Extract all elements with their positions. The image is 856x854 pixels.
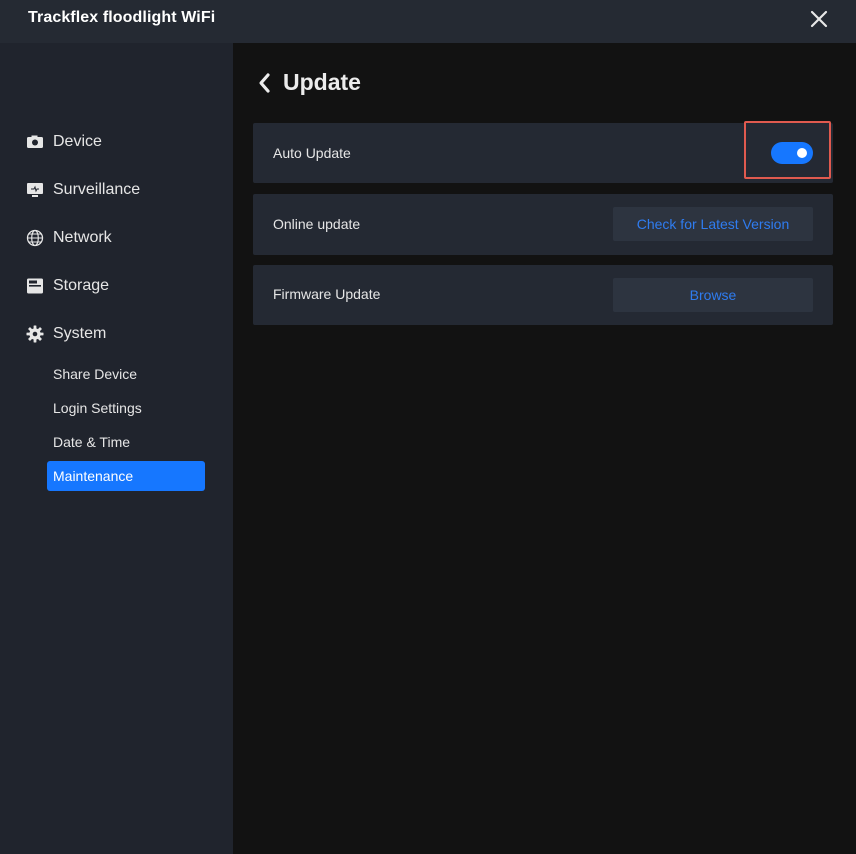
sidebar-item-label: System <box>53 325 107 342</box>
sidebar-subitem-share-device[interactable]: Share Device <box>47 359 205 389</box>
sidebar-item-system[interactable]: System <box>25 322 215 346</box>
camera-icon <box>25 132 45 152</box>
check-latest-version-button[interactable]: Check for Latest Version <box>613 207 813 241</box>
title-bar: Trackflex floodlight WiFi <box>0 0 856 43</box>
sidebar-item-label: Device <box>53 133 102 150</box>
chevron-left-icon[interactable] <box>255 71 275 95</box>
online-update-row: Online update Check for Latest Version <box>253 194 833 255</box>
browse-button[interactable]: Browse <box>613 278 813 312</box>
auto-update-row: Auto Update <box>253 121 833 183</box>
sidebar-item-label: Surveillance <box>53 181 141 198</box>
storage-icon <box>25 276 45 296</box>
sidebar-subitem-login-settings[interactable]: Login Settings <box>47 393 205 423</box>
auto-update-label: Auto Update <box>273 145 351 161</box>
sidebar-item-label: Network <box>53 229 112 246</box>
sidebar: Device Surveillance Network Storage Syst… <box>0 43 233 854</box>
monitor-icon <box>25 180 45 200</box>
sidebar-item-storage[interactable]: Storage <box>25 274 215 298</box>
firmware-update-label: Firmware Update <box>273 286 381 302</box>
app-title: Trackflex floodlight WiFi <box>28 9 216 26</box>
sidebar-subitem-date-time[interactable]: Date & Time <box>47 427 205 457</box>
sidebar-item-label: Storage <box>53 277 110 294</box>
sidebar-item-surveillance[interactable]: Surveillance <box>25 178 215 202</box>
auto-update-toggle[interactable] <box>771 142 813 164</box>
close-icon[interactable] <box>806 6 832 32</box>
main-panel: Update Auto Update Online update Check f… <box>233 43 856 854</box>
page-title: Update <box>283 69 361 95</box>
toggle-knob <box>797 148 807 158</box>
firmware-update-row: Firmware Update Browse <box>253 265 833 325</box>
sidebar-item-device[interactable]: Device <box>25 130 215 154</box>
globe-icon <box>25 228 45 248</box>
online-update-label: Online update <box>273 216 361 232</box>
sidebar-subitem-maintenance[interactable]: Maintenance <box>47 461 205 491</box>
gear-icon <box>25 324 45 344</box>
sidebar-item-network[interactable]: Network <box>25 226 215 250</box>
